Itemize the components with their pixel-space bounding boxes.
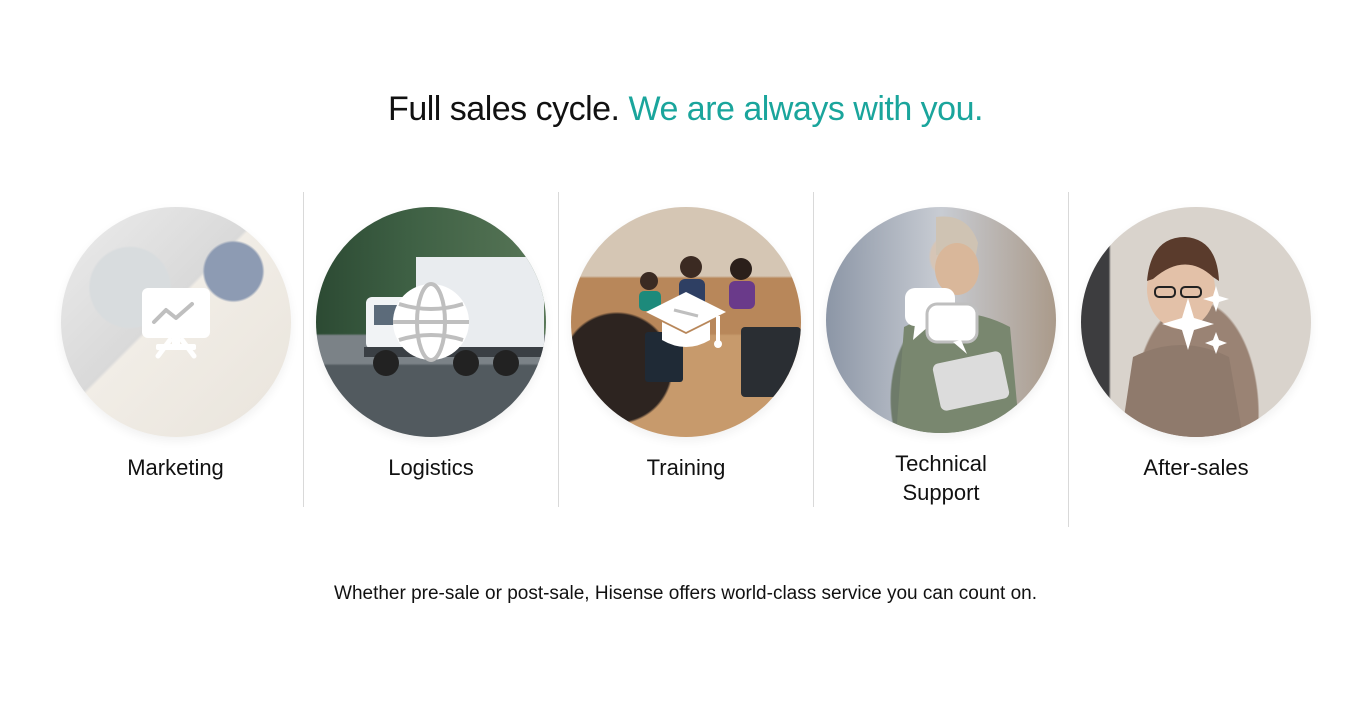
- service-after-sales[interactable]: After-sales: [1068, 192, 1323, 527]
- service-label-logistics: Logistics: [388, 455, 474, 480]
- service-label-after-sales: After-sales: [1143, 455, 1249, 480]
- after-sales-image: [1081, 207, 1311, 437]
- logistics-image: [316, 207, 546, 437]
- service-marketing[interactable]: Marketing: [48, 192, 303, 507]
- footer-text: Whether pre-sale or post-sale, Hisense o…: [334, 583, 1037, 604]
- page-title: Full sales cycle. We are always with you…: [0, 90, 1371, 129]
- label-line2: Support: [902, 480, 980, 505]
- presentation-chart-icon: [141, 288, 210, 359]
- page: Full sales cycle. We are always with you…: [0, 0, 1371, 701]
- globe-icon: [393, 282, 469, 362]
- chat-bubbles-icon: [905, 288, 979, 354]
- service-label-technical-support: Technical Support: [841, 449, 1041, 507]
- service-technical-support[interactable]: Technical Support: [813, 192, 1068, 507]
- title-accent: We are always with you.: [628, 90, 983, 128]
- label-line1: Technical: [895, 451, 987, 476]
- sparkles-icon: [1162, 286, 1229, 354]
- graduation-cap-icon: [646, 292, 726, 348]
- services-row: Marketing Logistics Training Technical S…: [48, 192, 1324, 527]
- service-label-marketing: Marketing: [127, 455, 224, 480]
- service-training[interactable]: Training: [558, 192, 813, 507]
- training-image: [571, 207, 801, 437]
- service-label-training: Training: [646, 455, 726, 480]
- technical-support-image: [826, 207, 1056, 433]
- service-logistics[interactable]: Logistics: [303, 192, 558, 507]
- title-main: Full sales cycle.: [388, 90, 620, 128]
- marketing-image: [60, 207, 291, 437]
